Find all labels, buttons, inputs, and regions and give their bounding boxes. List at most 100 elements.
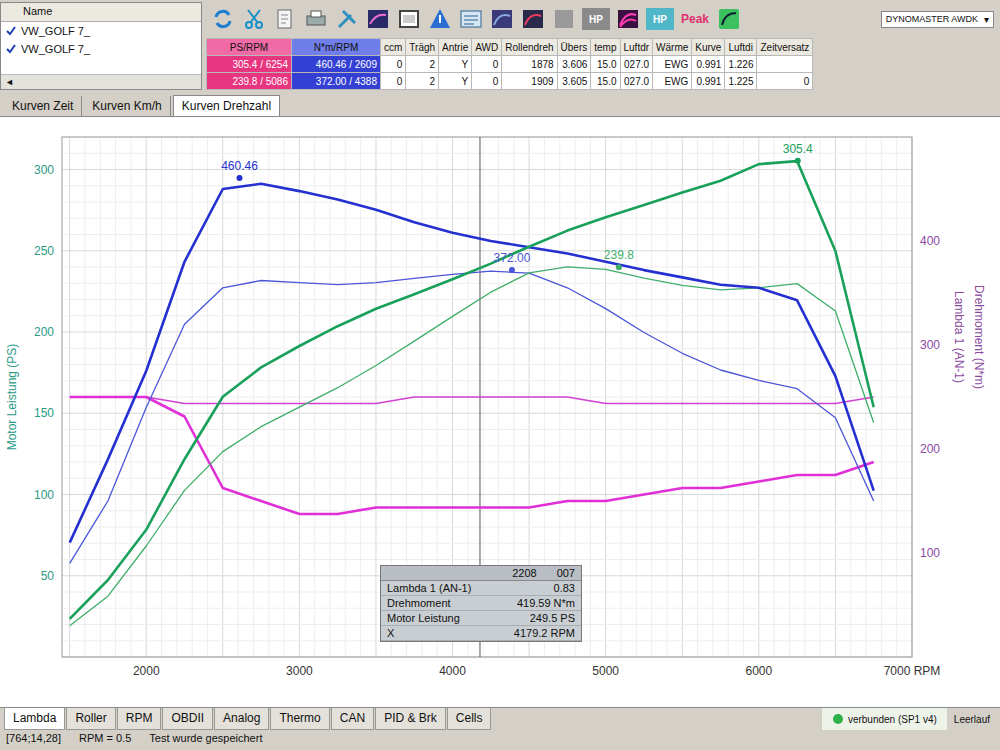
scroll-left-button[interactable]: ◄ xyxy=(1,77,18,87)
column-header: Übers xyxy=(557,39,591,56)
results-cell: 0 xyxy=(381,56,406,73)
bottom-tab[interactable]: OBDII xyxy=(162,708,213,730)
peak-marker: 460.46 xyxy=(221,159,258,181)
cursor-tooltip: 2208007Lambda 1 (AN-1)0.83Drehmoment419.… xyxy=(380,565,582,642)
y2-axis-title: Lambda 1 (AN-1) xyxy=(952,291,966,383)
bottom-tab[interactable]: Cells xyxy=(447,708,492,730)
curve-fit-button[interactable] xyxy=(716,6,742,32)
column-header: temp xyxy=(591,39,620,56)
hp-button[interactable]: HP xyxy=(646,8,674,30)
bottom-tab[interactable]: RPM xyxy=(117,708,162,730)
series-line xyxy=(70,397,874,514)
column-header: ccm xyxy=(381,39,406,56)
doc-icon xyxy=(273,7,297,31)
device-dropdown[interactable]: DYNOMASTER AWDK▾ xyxy=(881,11,994,28)
results-cell: EWG xyxy=(653,73,692,90)
curves-icon xyxy=(616,7,640,31)
doc-button[interactable] xyxy=(272,6,298,32)
grid-line xyxy=(62,494,912,495)
run-checkbox[interactable] xyxy=(5,43,17,55)
bottom-tab[interactable]: Thermo xyxy=(270,708,329,730)
peak-button[interactable]: Peak xyxy=(679,8,711,30)
bottom-tab[interactable]: Lambda xyxy=(4,708,65,730)
blank-icon xyxy=(552,7,576,31)
grid-line xyxy=(62,429,912,430)
curves-button[interactable] xyxy=(615,6,641,32)
tools-icon xyxy=(335,7,359,31)
redchart-button[interactable] xyxy=(520,6,546,32)
y-tick: 50 xyxy=(41,569,55,583)
results-cell xyxy=(757,56,813,73)
results-cell: 0.991 xyxy=(692,56,725,73)
curve-tabs: Kurven ZeitKurven Km/hKurven Drehzahl xyxy=(0,92,1000,117)
column-header: Luftdi xyxy=(725,39,757,56)
curve-tab[interactable]: Kurven Km/h xyxy=(84,96,170,116)
x-tick: 5000 xyxy=(592,664,619,678)
results-cell: 15.0 xyxy=(591,73,620,90)
y2-axis-title: Drehmoment (N*m) xyxy=(972,285,986,389)
grid-line xyxy=(62,283,912,284)
results-row[interactable]: 305.4 / 6254460.46 / 260902Y018783.60615… xyxy=(207,56,813,73)
plot-frame xyxy=(62,137,912,657)
results-cell: EWG xyxy=(653,56,692,73)
grid-line xyxy=(62,462,912,463)
chart-button[interactable] xyxy=(365,6,391,32)
blank-button[interactable] xyxy=(551,6,577,32)
column-header: AWD xyxy=(472,39,502,56)
results-cell: 0 xyxy=(472,56,502,73)
window-button[interactable] xyxy=(396,6,422,32)
results-cell: 0 xyxy=(757,73,813,90)
grid-line xyxy=(62,299,912,300)
results-cell: 2 xyxy=(406,73,439,90)
tooltip-row: X4179.2 RPM xyxy=(381,626,581,641)
run-row[interactable]: VW_GOLF 7_ xyxy=(1,22,201,40)
list-button[interactable] xyxy=(458,6,484,32)
results-row[interactable]: 239.8 / 5086372.00 / 438802Y019093.60515… xyxy=(207,73,813,90)
list-scrollbar[interactable]: ◄ xyxy=(1,74,201,89)
x-tick: 4000 xyxy=(439,664,466,678)
curve-tab[interactable]: Kurven Zeit xyxy=(4,96,82,116)
peak-marker: 239.8 xyxy=(604,248,634,270)
results-header: PS/RPMN*m/RPMccmTräghAntrieAWDRollendreh… xyxy=(207,39,813,56)
grid xyxy=(62,137,912,657)
y-tick: 100 xyxy=(34,488,54,502)
column-header: Zeitversatz xyxy=(757,39,813,56)
column-header: Luftdr xyxy=(620,39,653,56)
peak-dot xyxy=(616,264,622,270)
cut-icon xyxy=(242,7,266,31)
chart-icon xyxy=(366,7,390,31)
refresh-button[interactable] xyxy=(210,6,236,32)
grid-line xyxy=(62,332,912,333)
cut-button[interactable] xyxy=(241,6,267,32)
list-header[interactable]: Name xyxy=(1,3,201,22)
grid-line xyxy=(62,348,912,349)
run-checkbox[interactable] xyxy=(5,25,17,37)
bottom-tab[interactable]: PID & Brk xyxy=(375,708,446,730)
bottom-tab[interactable]: CAN xyxy=(331,708,374,730)
tools-button[interactable] xyxy=(334,6,360,32)
run-row[interactable]: VW_GOLF 7_ xyxy=(1,40,201,58)
status-item: [764;14,28] xyxy=(6,732,61,748)
check-icon xyxy=(5,25,17,37)
grid-line xyxy=(62,380,912,381)
y2-tick: 300 xyxy=(920,338,940,352)
connection-icon xyxy=(832,713,844,725)
hp-button[interactable]: HP xyxy=(582,8,610,30)
bottom-tab[interactable]: Roller xyxy=(66,708,115,730)
peak-label: 305.4 xyxy=(783,142,813,156)
peak-dot xyxy=(237,175,243,181)
y2-tick: 400 xyxy=(920,234,940,248)
bottom-tab[interactable]: Analog xyxy=(214,708,269,730)
results-cell: 1878 xyxy=(502,56,557,73)
grid-line xyxy=(62,510,912,511)
darkchart-button[interactable] xyxy=(489,6,515,32)
warning-button[interactable] xyxy=(427,6,453,32)
curve-tab[interactable]: Kurven Drehzahl xyxy=(173,95,280,116)
grid-line xyxy=(62,445,912,446)
print-button[interactable] xyxy=(303,6,329,32)
status-item: Test wurde gespeichert xyxy=(149,732,262,748)
grid-line xyxy=(62,267,912,268)
refresh-icon xyxy=(211,7,235,31)
bottom-tabs: LambdaRollerRPMOBDIIAnalogThermoCANPID &… xyxy=(0,707,1000,730)
results-cell: 1909 xyxy=(502,73,557,90)
